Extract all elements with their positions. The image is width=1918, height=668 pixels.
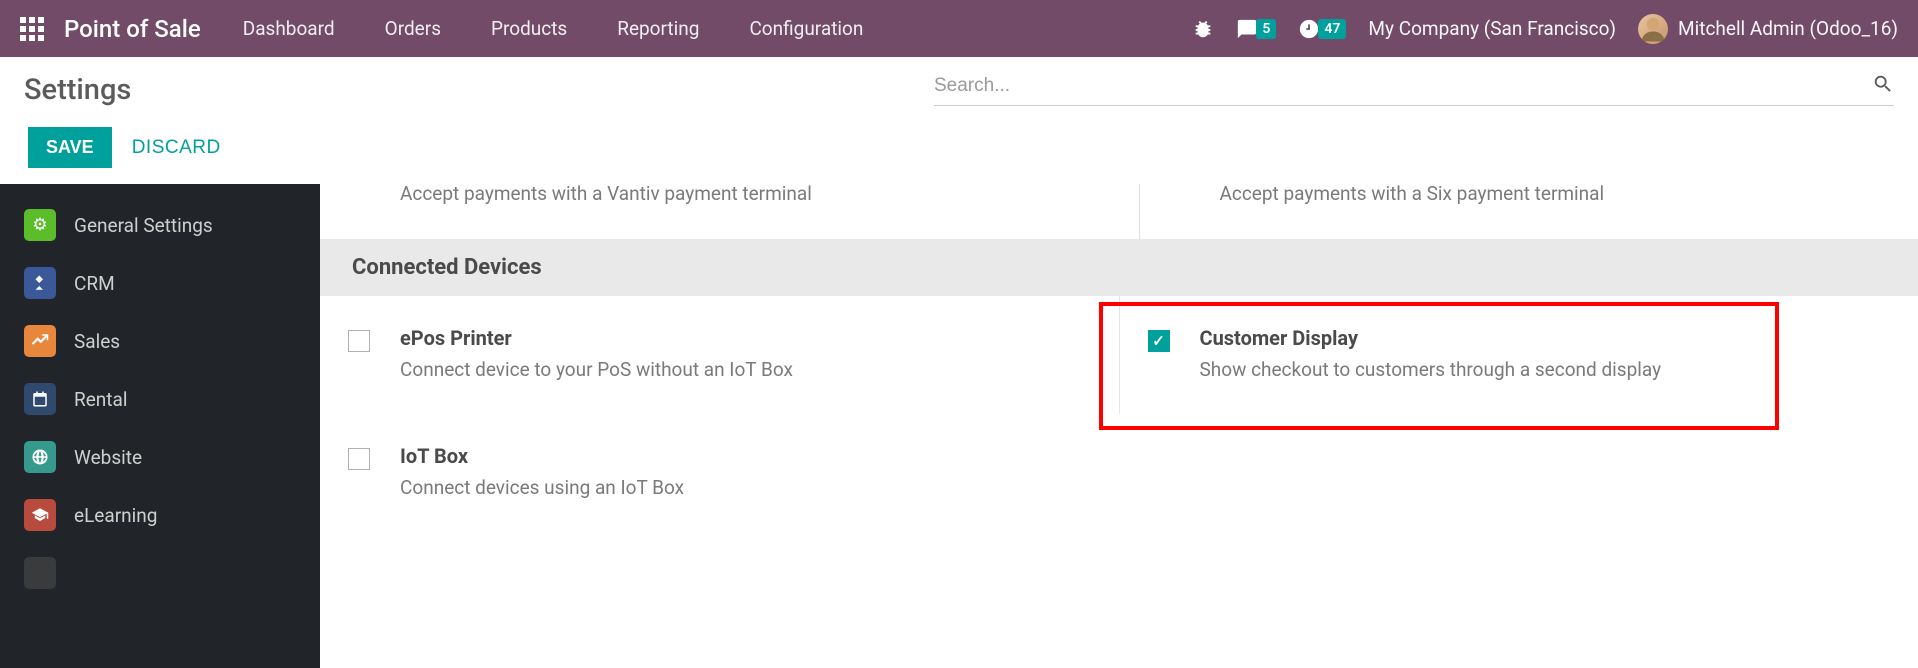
sidebar-item-label: General Settings — [74, 214, 213, 237]
user-menu[interactable]: Mitchell Admin (Odoo_16) — [1638, 14, 1898, 44]
setting-description: Accept payments with a Six payment termi… — [1220, 184, 1891, 209]
page-title: Settings — [24, 73, 131, 107]
sidebar-item-partial[interactable] — [0, 544, 320, 602]
graduation-icon — [24, 499, 56, 531]
top-navbar: Point of Sale Dashboard Orders Products … — [0, 0, 1918, 57]
sidebar-item-label: Rental — [74, 388, 127, 411]
settings-row: ePos Printer Connect device to your PoS … — [320, 296, 1918, 415]
sidebar-item-rental[interactable]: Rental — [0, 370, 320, 428]
setting-description: Connect device to your PoS without an Io… — [400, 356, 793, 385]
messages-badge: 5 — [1256, 19, 1276, 39]
sidebar-item-label: CRM — [74, 272, 115, 295]
settings-row-partial: Accept payments with a Vantiv payment te… — [320, 184, 1918, 239]
setting-description: Show checkout to customers through a sec… — [1200, 356, 1662, 385]
sidebar-item-sales[interactable]: Sales — [0, 312, 320, 370]
debug-icon[interactable] — [1192, 18, 1214, 40]
settings-row: IoT Box Connect devices using an IoT Box — [320, 414, 1918, 533]
calendar-icon — [24, 383, 56, 415]
nav-reporting[interactable]: Reporting — [617, 17, 699, 40]
sidebar-item-website[interactable]: Website — [0, 428, 320, 486]
search-input[interactable] — [934, 75, 1872, 97]
setting-customer-display: Customer Display Show checkout to custom… — [1119, 296, 1918, 415]
sidebar-item-general-settings[interactable]: ⚙ General Settings — [0, 196, 320, 254]
checkbox-iot-box[interactable] — [348, 448, 370, 470]
setting-title: IoT Box — [400, 444, 684, 468]
sidebar-item-crm[interactable]: CRM — [0, 254, 320, 312]
main-nav: Dashboard Orders Products Reporting Conf… — [243, 17, 864, 40]
search-icon[interactable] — [1872, 73, 1894, 99]
activities-badge: 47 — [1318, 19, 1346, 39]
activities-icon[interactable]: 47 — [1298, 18, 1346, 40]
sidebar-item-label: Sales — [74, 330, 120, 353]
sidebar-item-label: Website — [74, 446, 142, 469]
nav-configuration[interactable]: Configuration — [749, 17, 863, 40]
company-selector[interactable]: My Company (San Francisco) — [1368, 17, 1616, 40]
setting-description: Accept payments with a Vantiv payment te… — [400, 184, 1071, 209]
checkbox-customer-display[interactable] — [1148, 330, 1170, 352]
setting-description: Connect devices using an IoT Box — [400, 474, 684, 503]
action-bar: SAVE DISCARD — [0, 117, 1918, 184]
setting-vantiv: Accept payments with a Vantiv payment te… — [320, 184, 1099, 239]
user-name: Mitchell Admin (Odoo_16) — [1678, 17, 1898, 40]
section-header-connected-devices: Connected Devices — [320, 239, 1918, 296]
save-button[interactable]: SAVE — [28, 127, 112, 168]
settings-content[interactable]: Accept payments with a Vantiv payment te… — [320, 184, 1918, 668]
setting-six: Accept payments with a Six payment termi… — [1139, 184, 1918, 239]
nav-orders[interactable]: Orders — [385, 17, 441, 40]
messages-icon[interactable]: 5 — [1236, 18, 1276, 40]
globe-icon — [24, 441, 56, 473]
setting-iot-box: IoT Box Connect devices using an IoT Box — [320, 414, 1119, 533]
nav-products[interactable]: Products — [491, 17, 567, 40]
module-icon — [24, 557, 56, 589]
nav-dashboard[interactable]: Dashboard — [243, 17, 335, 40]
setting-title: Customer Display — [1200, 326, 1662, 350]
settings-sidebar: ⚙ General Settings CRM Sales Rental We — [0, 184, 320, 668]
apps-menu-icon[interactable] — [20, 17, 44, 41]
avatar — [1638, 14, 1668, 44]
search-wrap — [934, 73, 1894, 106]
main-area: ⚙ General Settings CRM Sales Rental We — [0, 184, 1918, 668]
gear-icon: ⚙ — [24, 209, 56, 241]
handshake-icon — [24, 267, 56, 299]
discard-button[interactable]: DISCARD — [132, 137, 221, 159]
setting-title: ePos Printer — [400, 326, 793, 350]
chart-icon — [24, 325, 56, 357]
sidebar-item-label: eLearning — [74, 504, 157, 527]
app-brand[interactable]: Point of Sale — [64, 15, 201, 43]
page-header: Settings — [0, 57, 1918, 117]
setting-epos-printer: ePos Printer Connect device to your PoS … — [320, 296, 1119, 415]
checkbox-epos-printer[interactable] — [348, 330, 370, 352]
sidebar-item-elearning[interactable]: eLearning — [0, 486, 320, 544]
